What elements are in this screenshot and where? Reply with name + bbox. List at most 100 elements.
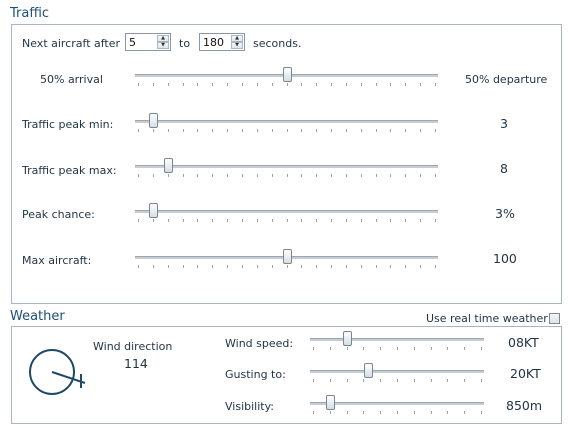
slider-tick bbox=[331, 219, 333, 222]
slider-thumb[interactable] bbox=[282, 249, 292, 264]
peak-min-label: Traffic peak min: bbox=[22, 118, 114, 131]
slider-track[interactable] bbox=[135, 165, 438, 168]
slider-track[interactable] bbox=[135, 120, 438, 123]
slider-tick bbox=[363, 379, 365, 382]
wind-speed-value: 08KT bbox=[508, 335, 539, 350]
slider-tick bbox=[197, 219, 199, 222]
slider-tick bbox=[167, 219, 169, 222]
max-seconds-up-arrow-icon[interactable]: ▲ bbox=[231, 35, 243, 42]
min-seconds-spinbox[interactable]: 5 ▲ ▼ bbox=[125, 33, 171, 51]
slider-tick bbox=[420, 265, 422, 268]
slider-track[interactable] bbox=[310, 402, 484, 405]
slider-tick bbox=[447, 411, 449, 414]
slider-tick bbox=[212, 219, 214, 222]
slider-tick bbox=[138, 129, 139, 132]
slider-tick bbox=[152, 83, 154, 86]
slider-tick bbox=[397, 347, 398, 350]
slider-track[interactable] bbox=[310, 370, 484, 373]
slider-tick bbox=[301, 174, 303, 177]
slider-tick bbox=[331, 265, 333, 268]
slider-tick bbox=[413, 379, 415, 382]
slider-thumb[interactable] bbox=[148, 113, 158, 128]
slider-tick bbox=[397, 379, 398, 382]
slider-tick bbox=[397, 411, 398, 414]
slider-tick bbox=[345, 83, 347, 86]
slider-tick bbox=[375, 219, 377, 222]
slider-tick bbox=[241, 83, 243, 86]
min-seconds-up-arrow-icon[interactable]: ▲ bbox=[157, 35, 169, 42]
slider-tick bbox=[256, 83, 258, 86]
slider-tick bbox=[316, 265, 318, 268]
slider-tick bbox=[345, 174, 347, 177]
wind-direction-compass-icon[interactable] bbox=[23, 340, 87, 404]
slider-tick bbox=[405, 83, 407, 86]
slider-thumb[interactable] bbox=[325, 395, 335, 410]
real-time-weather-label: Use real time weather bbox=[426, 312, 548, 325]
max-aircraft-value: 100 bbox=[493, 251, 517, 266]
slider-tick bbox=[182, 83, 184, 86]
slider-tick bbox=[375, 129, 377, 132]
slider-tick bbox=[390, 219, 392, 222]
max-seconds-spinbox[interactable]: 180 ▲ ▼ bbox=[199, 33, 245, 51]
slider-tick bbox=[316, 129, 318, 132]
peak-min-slider[interactable] bbox=[135, 113, 438, 135]
slider-tick bbox=[435, 265, 436, 268]
min-seconds-down-arrow-icon[interactable]: ▼ bbox=[157, 42, 169, 49]
max-aircraft-slider[interactable] bbox=[135, 249, 438, 271]
slider-tick bbox=[227, 265, 229, 268]
slider-tick bbox=[212, 174, 214, 177]
slider-tick bbox=[413, 347, 415, 350]
max-seconds-down-arrow-icon[interactable]: ▼ bbox=[231, 42, 243, 49]
slider-tick bbox=[286, 219, 288, 222]
wind-speed-slider[interactable] bbox=[310, 331, 484, 353]
slider-thumb[interactable] bbox=[342, 331, 352, 346]
slider-tick bbox=[227, 219, 229, 222]
peak-max-slider[interactable] bbox=[135, 158, 438, 180]
slider-thumb[interactable] bbox=[148, 203, 158, 218]
slider-tick bbox=[346, 379, 348, 382]
slider-tick bbox=[256, 219, 258, 222]
slider-ticks bbox=[138, 174, 436, 178]
slider-thumb[interactable] bbox=[163, 158, 173, 173]
slider-ticks bbox=[138, 83, 436, 87]
slider-tick bbox=[316, 219, 318, 222]
slider-tick bbox=[197, 129, 199, 132]
slider-tick bbox=[182, 174, 184, 177]
peak-max-value: 8 bbox=[500, 161, 508, 176]
visibility-slider[interactable] bbox=[310, 395, 484, 417]
gusting-slider[interactable] bbox=[310, 363, 484, 385]
slider-tick bbox=[271, 174, 273, 177]
slider-tick bbox=[256, 265, 258, 268]
slider-thumb[interactable] bbox=[282, 67, 292, 82]
slider-tick bbox=[331, 174, 333, 177]
real-time-weather-checkbox[interactable] bbox=[549, 313, 560, 324]
slider-tick bbox=[227, 83, 229, 86]
slider-tick bbox=[301, 219, 303, 222]
slider-track[interactable] bbox=[310, 338, 484, 341]
slider-tick bbox=[435, 129, 436, 132]
slider-tick bbox=[241, 265, 243, 268]
slider-tick bbox=[212, 83, 214, 86]
slider-thumb[interactable] bbox=[364, 363, 374, 378]
slider-tick bbox=[447, 347, 449, 350]
gusting-value: 20KT bbox=[510, 366, 541, 381]
seconds-label: seconds. bbox=[253, 37, 302, 50]
slider-tick bbox=[375, 265, 377, 268]
slider-tick bbox=[167, 265, 169, 268]
departure-label: 50% departure bbox=[465, 73, 548, 86]
peak-chance-slider[interactable] bbox=[135, 203, 438, 225]
slider-tick bbox=[331, 83, 333, 86]
slider-tick bbox=[430, 347, 432, 350]
peak-max-label: Traffic peak max: bbox=[22, 164, 117, 177]
slider-tick bbox=[212, 265, 214, 268]
slider-tick bbox=[329, 411, 331, 414]
arrival-departure-slider[interactable] bbox=[135, 67, 438, 89]
slider-track[interactable] bbox=[135, 210, 438, 213]
slider-tick bbox=[329, 379, 331, 382]
slider-tick bbox=[301, 129, 303, 132]
slider-tick bbox=[271, 265, 273, 268]
slider-tick bbox=[345, 219, 347, 222]
slider-tick bbox=[380, 347, 382, 350]
slider-tick bbox=[316, 83, 318, 86]
slider-tick bbox=[390, 174, 392, 177]
